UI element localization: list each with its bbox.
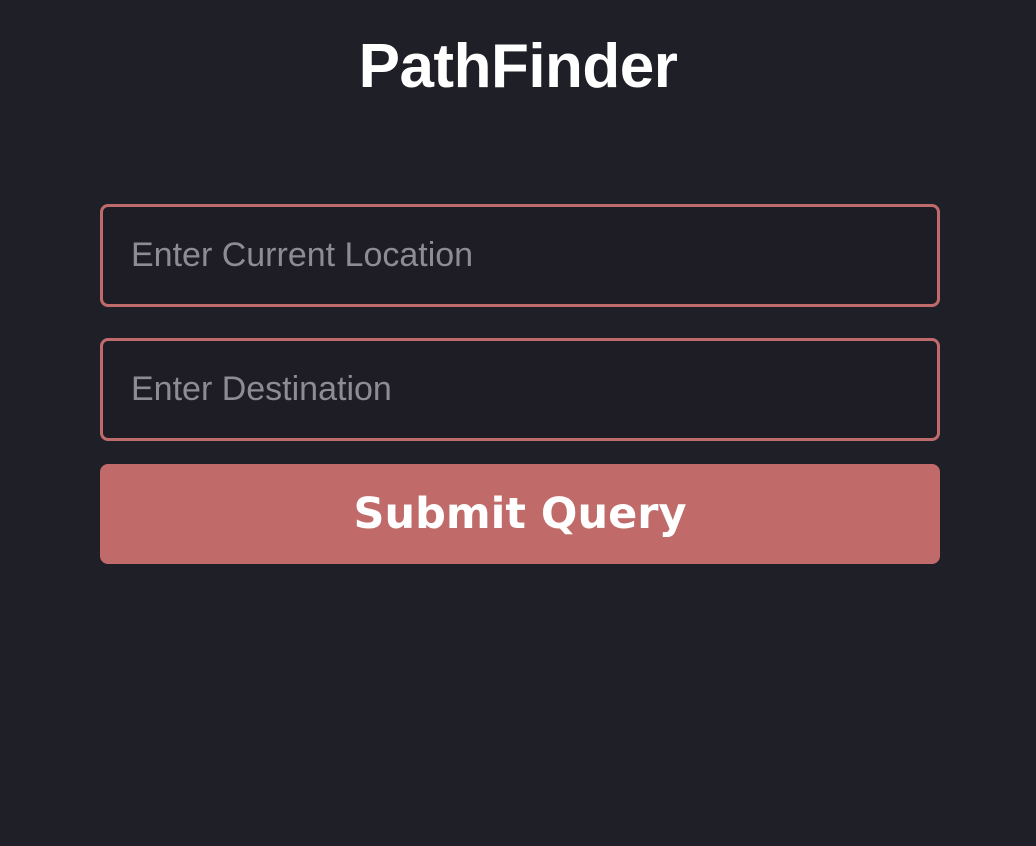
submit-query-button[interactable]: Submit Query [100, 464, 940, 564]
pathfinder-app: PathFinder Submit Query [0, 0, 1036, 846]
page-title: PathFinder [358, 32, 678, 101]
destination-input[interactable] [100, 338, 940, 441]
current-location-input[interactable] [100, 204, 940, 307]
